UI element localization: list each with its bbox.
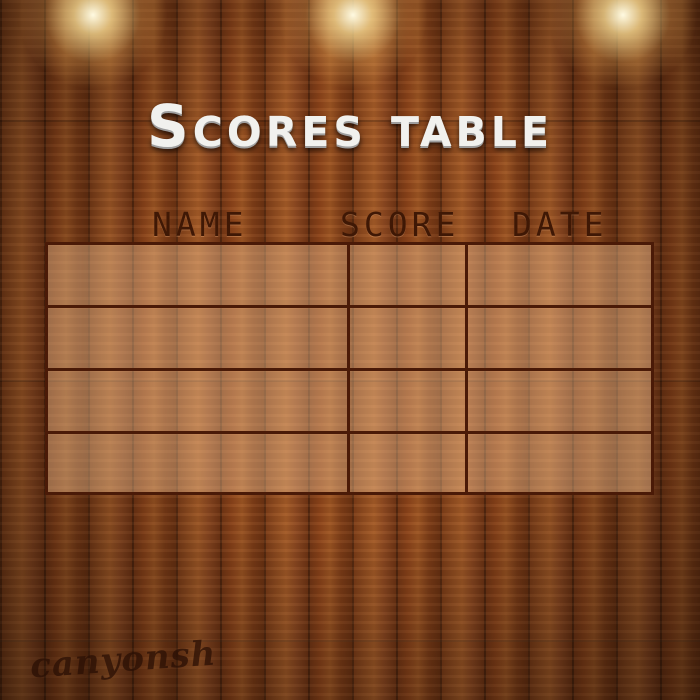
spotlight-center (278, 0, 428, 90)
date-cell (468, 308, 651, 368)
name-cell (48, 308, 350, 368)
column-header-date: DATE (512, 205, 608, 244)
table-row (48, 308, 651, 371)
date-cell (468, 245, 651, 305)
artist-signature: canyonsh (28, 633, 218, 687)
column-header-score: SCORE (340, 205, 460, 244)
name-cell (48, 434, 350, 492)
score-cell (350, 371, 468, 431)
table-row (48, 245, 651, 308)
spotlight-left (18, 0, 168, 90)
score-cell (350, 308, 468, 368)
table-row (48, 434, 651, 492)
scores-table (45, 242, 654, 495)
column-header-name: NAME (152, 205, 248, 244)
spotlight-right (548, 0, 698, 90)
date-cell (468, 371, 651, 431)
name-cell (48, 245, 350, 305)
table-row (48, 371, 651, 434)
page-title: Scores table (147, 92, 553, 160)
date-cell (468, 434, 651, 492)
score-cell (350, 245, 468, 305)
name-cell (48, 371, 350, 431)
score-cell (350, 434, 468, 492)
scores-screen: Scores table NAME SCORE DATE canyonsh (0, 0, 700, 700)
